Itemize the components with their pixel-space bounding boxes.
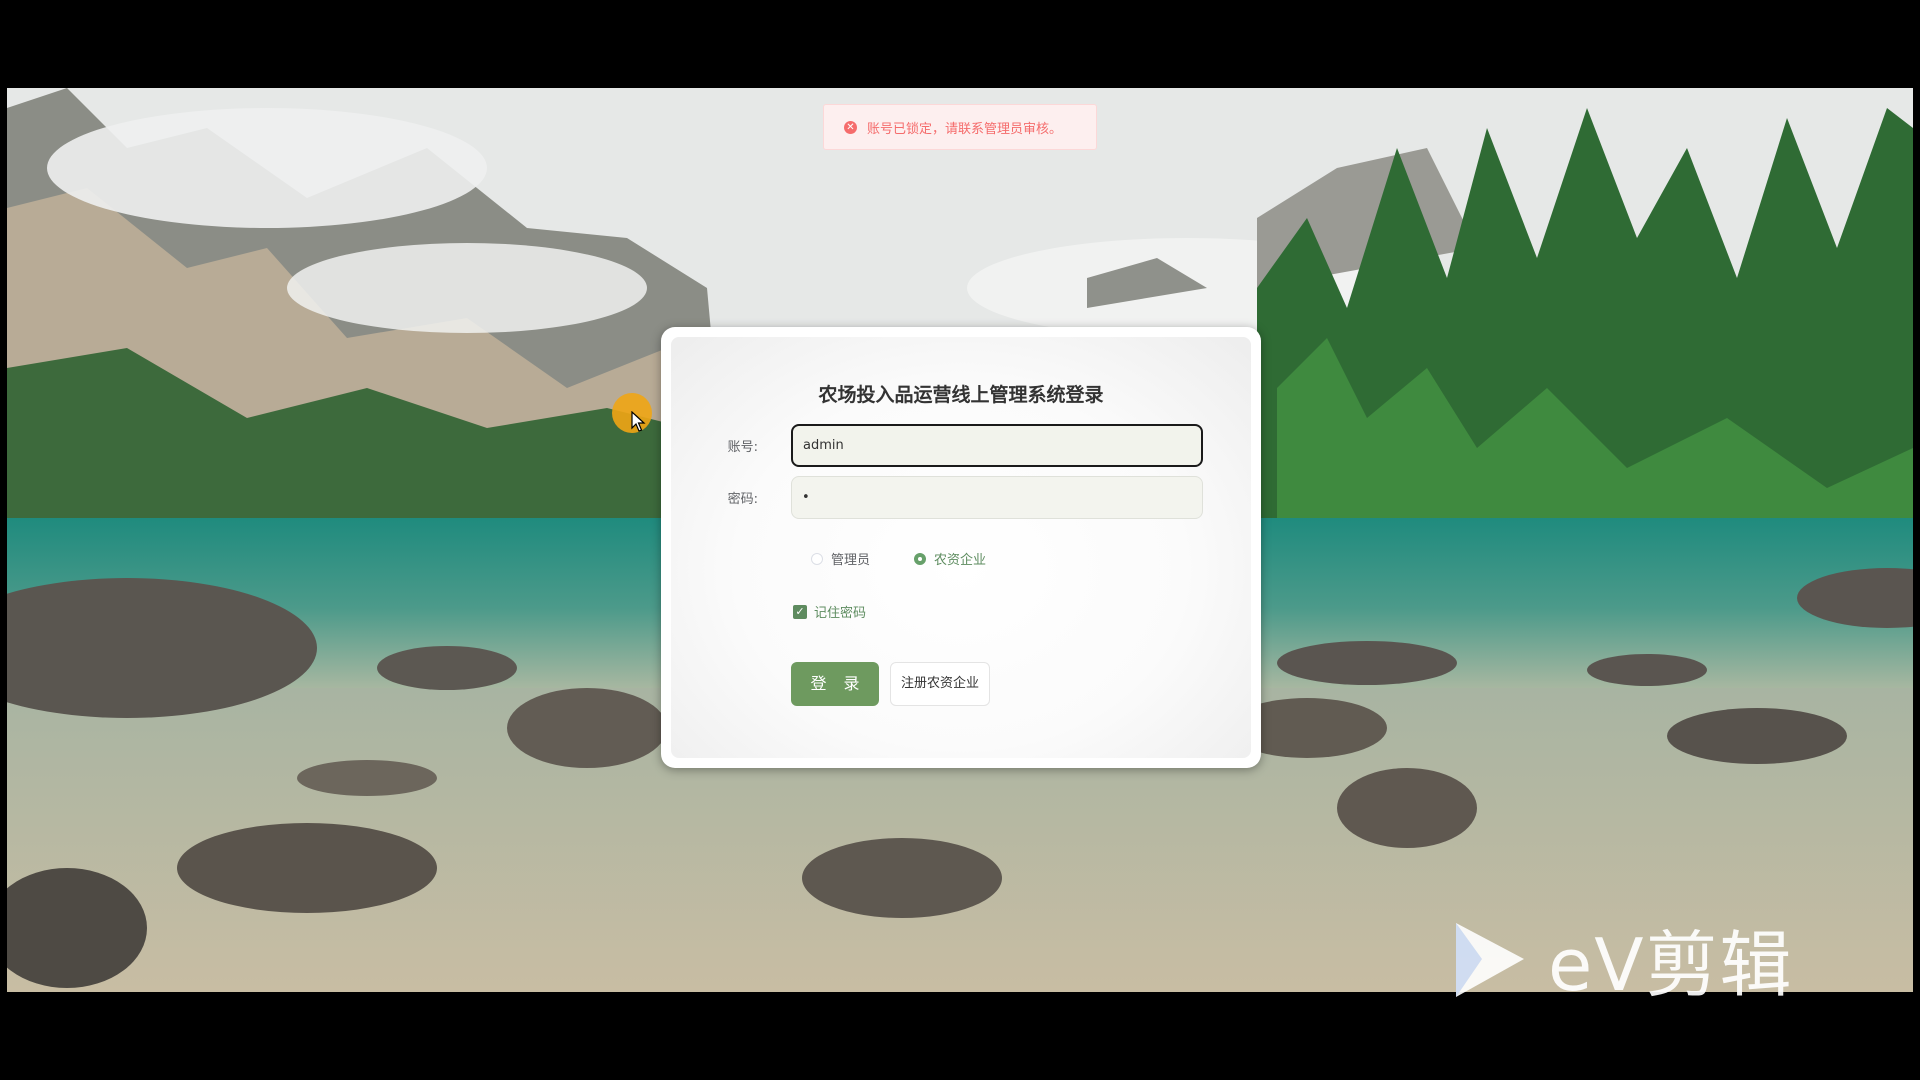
role-radio-group: 管理员 农资企业 bbox=[811, 549, 1030, 568]
account-input[interactable] bbox=[791, 424, 1203, 467]
role-label-enterprise: 农资企业 bbox=[934, 553, 987, 568]
watermark-text: eV剪辑 bbox=[1548, 923, 1794, 1007]
account-label: 账号: bbox=[727, 440, 758, 455]
register-enterprise-button[interactable]: 注册农资企业 bbox=[890, 662, 991, 706]
login-button[interactable]: 登 录 bbox=[791, 662, 879, 706]
login-title: 农场投入品运营线上管理系统登录 bbox=[818, 384, 1104, 406]
role-radio-enterprise[interactable]: 农资企业 bbox=[914, 549, 986, 568]
checkbox-checked-icon: ✓ bbox=[793, 604, 807, 619]
radio-checked-icon bbox=[914, 552, 927, 565]
radio-unchecked-icon bbox=[811, 552, 823, 565]
role-radio-admin[interactable]: 管理员 bbox=[811, 549, 870, 568]
toast-message: 账号已锁定，请联系管理员审核。 bbox=[867, 121, 1063, 137]
remember-label: 记住密码 bbox=[814, 606, 867, 621]
error-icon: ✕ bbox=[844, 120, 857, 134]
login-card: 农场投入品运营线上管理系统登录 账号: 密码: 管理员 农资企业 ✓ 记住密码 … bbox=[661, 327, 1261, 768]
ev-watermark: eV剪辑 bbox=[1452, 906, 1794, 1011]
error-toast: ✕ 账号已锁定，请联系管理员审核。 bbox=[823, 104, 1097, 150]
play-logo-icon bbox=[1456, 922, 1524, 997]
role-label-admin: 管理员 bbox=[831, 553, 871, 568]
login-form: 农场投入品运营线上管理系统登录 账号: 密码: 管理员 农资企业 ✓ 记住密码 … bbox=[671, 337, 1251, 758]
password-label: 密码: bbox=[727, 492, 758, 507]
mouse-cursor-icon bbox=[631, 411, 646, 432]
remember-password[interactable]: ✓ 记住密码 bbox=[793, 602, 866, 621]
password-input[interactable] bbox=[791, 476, 1203, 519]
